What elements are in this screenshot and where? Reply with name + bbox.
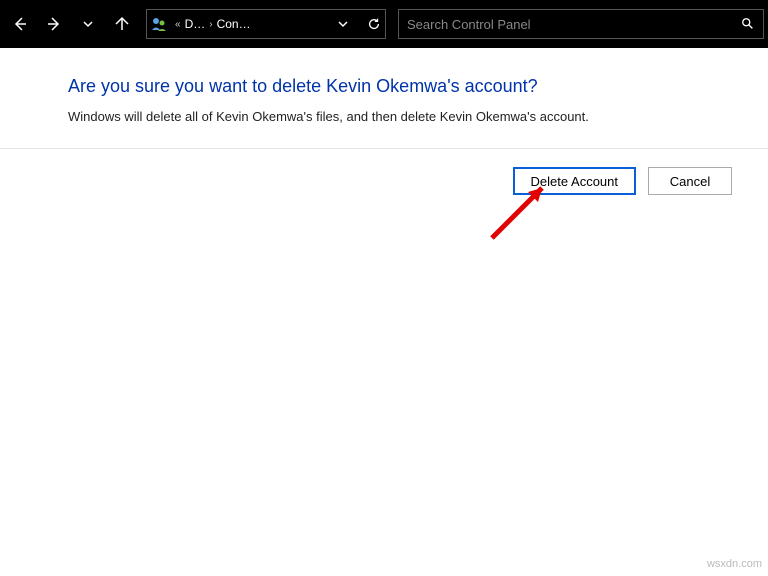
- user-accounts-icon: [151, 16, 167, 32]
- forward-button[interactable]: [38, 8, 70, 40]
- page-heading: Are you sure you want to delete Kevin Ok…: [68, 76, 740, 97]
- breadcrumb: « D… › Con…: [173, 17, 337, 31]
- back-arrow-icon: [12, 16, 28, 32]
- button-row: Delete Account Cancel: [0, 149, 768, 195]
- chevron-left-icon: «: [175, 19, 181, 30]
- chevron-right-icon: ›: [209, 19, 212, 30]
- delete-account-button[interactable]: Delete Account: [513, 167, 636, 195]
- back-button[interactable]: [4, 8, 36, 40]
- search-icon[interactable]: [741, 17, 755, 31]
- search-placeholder: Search Control Panel: [407, 17, 531, 32]
- search-box[interactable]: Search Control Panel: [398, 9, 764, 39]
- up-arrow-icon: [114, 16, 130, 32]
- chevron-down-icon[interactable]: [337, 18, 349, 30]
- cancel-button[interactable]: Cancel: [648, 167, 732, 195]
- watermark: wsxdn.com: [707, 558, 762, 570]
- content-area: Are you sure you want to delete Kevin Ok…: [0, 48, 768, 134]
- recent-dropdown[interactable]: [72, 8, 104, 40]
- refresh-icon[interactable]: [367, 17, 381, 31]
- breadcrumb-item[interactable]: D…: [185, 17, 206, 31]
- address-bar[interactable]: « D… › Con…: [146, 9, 386, 39]
- up-button[interactable]: [106, 8, 138, 40]
- nav-toolbar: « D… › Con… Search Control Panel: [0, 0, 768, 48]
- page-subtext: Windows will delete all of Kevin Okemwa'…: [68, 109, 740, 124]
- chevron-down-icon: [82, 18, 94, 30]
- forward-arrow-icon: [46, 16, 62, 32]
- breadcrumb-item[interactable]: Con…: [217, 17, 251, 31]
